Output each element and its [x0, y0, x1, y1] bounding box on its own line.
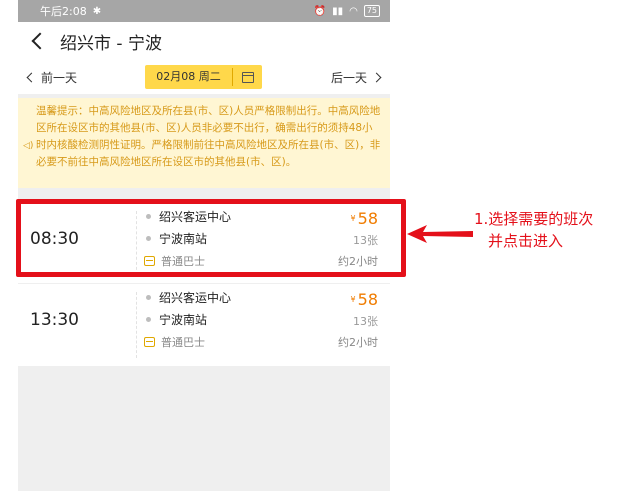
- nav-bar: 绍兴市 - 宁波: [18, 22, 390, 60]
- currency-symbol: ¥: [350, 295, 356, 304]
- to-station: 宁波南站: [146, 311, 207, 328]
- wifi-icon: ◠: [349, 5, 358, 17]
- dot-icon: [146, 317, 151, 322]
- signal-icon: ▮▮: [332, 5, 344, 17]
- departure-time: 13:30: [30, 310, 79, 330]
- trip-card-2[interactable]: 13:30 绍兴客运中心 宁波南站 普通巴士 ¥58 13张 约2小时: [18, 284, 390, 366]
- selected-date: 02月08 周二: [145, 68, 233, 86]
- status-bar: 午后2:08 ✱ ⏰ ▮▮ ◠ 75: [18, 0, 390, 22]
- annotation-text: 1.选择需要的班次 并点击进入: [474, 208, 593, 252]
- seats-left: 13张: [353, 315, 378, 328]
- date-selector[interactable]: 02月08 周二: [145, 65, 262, 89]
- notice-text: 温馨提示：中高风险地区及所在县(市、区)人员严格限制出行。中高风险地区所在设区市…: [36, 105, 381, 168]
- bus-icon: [144, 337, 155, 347]
- bus-type: 普通巴士: [144, 334, 205, 350]
- from-station: 绍兴客运中心: [146, 289, 231, 306]
- annotation-line-1: 1.选择需要的班次: [474, 210, 594, 228]
- prev-day-label: 前一天: [41, 70, 78, 85]
- chevron-right-icon: [371, 72, 382, 82]
- to-station-label: 宁波南站: [159, 313, 208, 327]
- price-value: 58: [357, 290, 378, 309]
- annotation-line-2: 并点击进入: [488, 232, 564, 250]
- dot-icon: [146, 295, 151, 300]
- next-day-button[interactable]: 后一天: [330, 69, 382, 86]
- prev-day-button[interactable]: 前一天: [26, 69, 78, 86]
- bluetooth-icon: ✱: [92, 5, 102, 17]
- notice-banner: ◁) 温馨提示：中高风险地区及所在县(市、区)人员严格限制出行。中高风险地区所在…: [18, 98, 390, 188]
- speaker-icon: ◁): [23, 141, 34, 151]
- status-time: 午后2:08: [40, 5, 87, 18]
- bus-type-label: 普通巴士: [161, 336, 205, 349]
- next-day-label: 后一天: [330, 70, 367, 85]
- trip-duration: 约2小时: [338, 336, 378, 349]
- alarm-icon: ⏰: [313, 5, 327, 17]
- chevron-left-icon: [26, 72, 37, 82]
- battery-icon: 75: [363, 5, 380, 17]
- back-arrow-icon[interactable]: [31, 32, 49, 50]
- page-title: 绍兴市 - 宁波: [60, 33, 162, 54]
- date-bar: 前一天 02月08 周二 后一天: [18, 60, 390, 94]
- ticket-price: ¥58: [351, 290, 378, 309]
- from-station-label: 绍兴客运中心: [159, 291, 232, 305]
- calendar-icon[interactable]: [242, 71, 254, 83]
- arrow-left-icon: [407, 225, 473, 243]
- highlight-box: [16, 199, 406, 277]
- card-divider: [136, 292, 137, 358]
